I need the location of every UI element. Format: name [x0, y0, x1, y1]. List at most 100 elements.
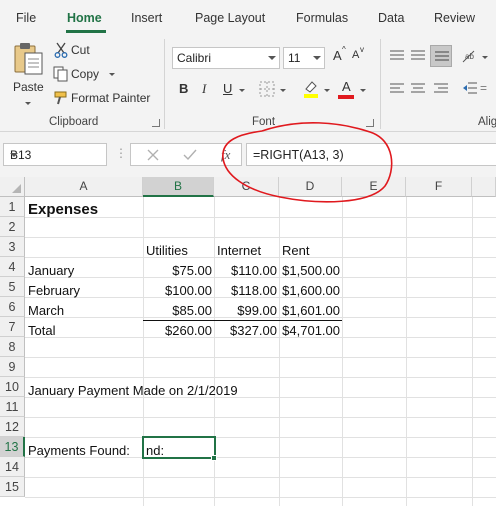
grow-font-button[interactable]: A [333, 48, 342, 63]
chevron-down-icon [482, 56, 488, 59]
formula-input[interactable]: =RIGHT(A13, 3) [246, 143, 496, 166]
column-header-b[interactable]: B [143, 177, 214, 197]
cell-b7[interactable]: $260.00 [143, 321, 214, 341]
column-header-g[interactable] [472, 177, 496, 197]
row-header[interactable]: 12 [0, 417, 25, 437]
column-header-f[interactable]: F [406, 177, 472, 197]
font-size-select[interactable]: 11 [283, 47, 325, 69]
alignment-group-label: Alig [478, 116, 496, 128]
row-header[interactable]: 7 [0, 317, 25, 337]
shrink-font-button[interactable]: A [352, 49, 359, 61]
cell-c6[interactable]: $99.00 [214, 301, 279, 321]
chevron-down-icon [360, 89, 366, 92]
format-painter-button[interactable]: Format Painter [52, 89, 152, 107]
row-header-selected[interactable]: 13 [0, 437, 25, 457]
chevron-down-icon [239, 89, 245, 92]
font-color-button[interactable]: A [342, 79, 351, 94]
align-bottom-button[interactable] [430, 45, 452, 67]
tab-data[interactable]: Data [378, 11, 404, 25]
name-box[interactable]: B13 [3, 143, 107, 166]
clipboard-dialog-launcher[interactable] [152, 119, 160, 127]
insert-function-button[interactable]: fx [221, 147, 230, 163]
underline-button[interactable]: U [223, 81, 232, 96]
cell-d3-header[interactable]: Rent [280, 241, 342, 261]
font-name-value: Calibri [177, 51, 212, 65]
column-header-a[interactable]: A [25, 177, 143, 197]
row-header[interactable]: 14 [0, 457, 25, 477]
align-right-icon[interactable] [433, 82, 449, 94]
cell-c7[interactable]: $327.00 [214, 321, 279, 341]
cell-b4[interactable]: $75.00 [143, 261, 214, 281]
row-header[interactable]: 15 [0, 477, 25, 497]
orientation-icon[interactable]: ab [460, 47, 478, 65]
row-header[interactable]: 5 [0, 277, 25, 297]
tab-file[interactable]: File [16, 11, 36, 25]
tab-insert[interactable]: Insert [131, 11, 162, 25]
fill-handle[interactable] [211, 455, 217, 461]
row-header[interactable]: 10 [0, 377, 25, 397]
align-top-icon[interactable] [389, 49, 405, 61]
row-header[interactable]: 8 [0, 337, 25, 357]
cancel-entry-icon[interactable] [147, 149, 159, 161]
cell-b3-header[interactable]: Utilities [144, 241, 215, 261]
cell-c4[interactable]: $110.00 [214, 261, 279, 281]
paste-button[interactable]: Paste [8, 39, 48, 109]
shrink-font-caret-icon: v [360, 45, 364, 54]
cell-a5[interactable]: February [26, 281, 143, 301]
row-header[interactable]: 1 [0, 197, 25, 217]
more-indent-icon[interactable]: = [480, 81, 487, 95]
group-divider [380, 39, 381, 129]
row-header[interactable]: 6 [0, 297, 25, 317]
row-header[interactable]: 4 [0, 257, 25, 277]
cell-a10[interactable]: January Payment Made on 2/1/2019 [26, 381, 286, 401]
cell-d5[interactable]: $1,600.00 [279, 281, 342, 301]
border-icon[interactable] [259, 81, 275, 97]
chevron-down-icon [313, 56, 321, 60]
cell-a4[interactable]: January [26, 261, 143, 281]
font-name-select[interactable]: Calibri [172, 47, 280, 69]
row-header[interactable]: 2 [0, 217, 25, 237]
tab-home[interactable]: Home [67, 11, 102, 25]
indent-icon[interactable] [462, 81, 478, 95]
scissors-icon [54, 42, 68, 58]
cell-b6[interactable]: $85.00 [143, 301, 214, 321]
chevron-down-icon [324, 89, 330, 92]
font-dialog-launcher[interactable] [366, 119, 374, 127]
paste-icon [14, 43, 43, 75]
row-header[interactable]: 9 [0, 357, 25, 377]
row-header[interactable]: 3 [0, 237, 25, 257]
select-all-button[interactable] [0, 177, 25, 197]
gridline [342, 197, 343, 506]
cell-a6[interactable]: March [26, 301, 143, 321]
bold-button[interactable]: B [179, 81, 188, 96]
cell-d4[interactable]: $1,500.00 [279, 261, 342, 281]
cell-d7[interactable]: $4,701.00 [279, 321, 342, 341]
tab-formulas[interactable]: Formulas [296, 11, 348, 25]
cell-c3-header[interactable]: Internet [215, 241, 279, 261]
confirm-entry-icon[interactable] [183, 149, 197, 161]
row-header[interactable]: 11 [0, 397, 25, 417]
cell-d6[interactable]: $1,601.00 [279, 301, 342, 321]
align-middle-icon[interactable] [410, 49, 426, 61]
tab-review[interactable]: Review [434, 11, 475, 25]
gridline [25, 477, 496, 478]
format-painter-label: Format Painter [71, 91, 151, 105]
italic-button[interactable]: I [202, 81, 206, 97]
cut-button[interactable]: Cut [52, 41, 102, 59]
font-group-label: Font [252, 116, 276, 128]
cell-a7[interactable]: Total [26, 321, 143, 341]
column-header-c[interactable]: C [214, 177, 279, 197]
tab-page-layout[interactable]: Page Layout [195, 11, 265, 25]
svg-text:ab: ab [465, 52, 474, 61]
column-header-e[interactable]: E [342, 177, 406, 197]
cell-c5[interactable]: $118.00 [214, 281, 279, 301]
cell-b5[interactable]: $100.00 [143, 281, 214, 301]
align-left-icon[interactable] [389, 82, 405, 94]
align-center-icon[interactable] [410, 82, 426, 94]
column-header-d[interactable]: D [279, 177, 342, 197]
highlight-icon[interactable] [302, 79, 320, 99]
cell-a13[interactable]: Payments Found: [26, 441, 143, 461]
cell-a1-title[interactable]: Expenses [26, 200, 144, 220]
chevron-down-icon [280, 89, 286, 92]
copy-button[interactable]: Copy [52, 65, 122, 83]
